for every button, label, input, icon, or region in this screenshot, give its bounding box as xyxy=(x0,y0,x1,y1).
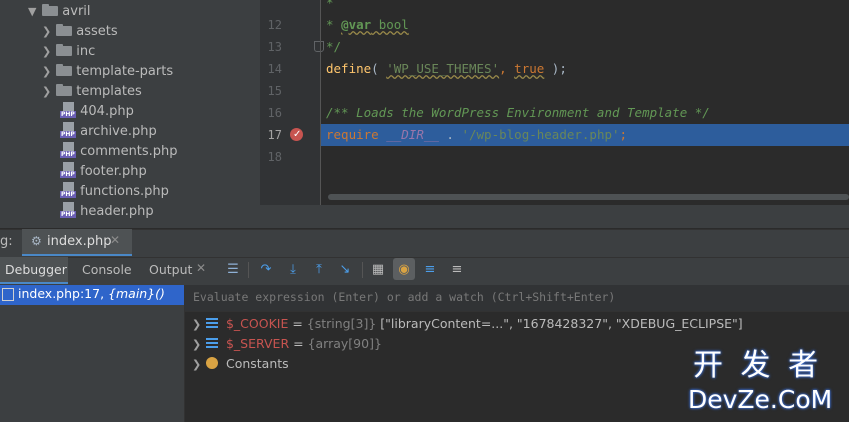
php-file-icon: PHP xyxy=(60,142,76,158)
calculator-icon[interactable]: ▦ xyxy=(369,261,387,279)
editor-bottom-strip xyxy=(260,205,849,228)
php-file-icon: PHP xyxy=(60,202,76,218)
tree-file-label: footer.php xyxy=(80,164,147,179)
code-line-current: require __DIR__ . '/wp-blog-header.php'; xyxy=(326,127,628,142)
tree-file-functions[interactable]: PHP functions.php xyxy=(60,182,169,202)
debug-session-tab-label: index.php xyxy=(47,234,112,249)
ordered-list-icon[interactable]: ≡ xyxy=(421,261,439,279)
watermark-text: DevZe.CoM xyxy=(688,385,833,414)
tree-folder-label: template-parts xyxy=(76,64,174,79)
frame-label: index.php:17, {main}() xyxy=(18,286,165,301)
folder-icon xyxy=(56,84,73,96)
add-list-icon[interactable]: ≡ xyxy=(448,261,466,279)
run-to-cursor-icon[interactable]: ↘ xyxy=(336,261,354,279)
close-icon[interactable]: ✕ xyxy=(196,261,206,275)
watermark-text: 开 发 者 xyxy=(693,348,823,383)
chevron-right-icon[interactable]: ❯ xyxy=(192,335,202,355)
step-over-icon[interactable]: ↷ xyxy=(257,261,275,279)
folder-icon xyxy=(42,4,59,16)
chevron-right-icon[interactable]: ❯ xyxy=(42,62,52,82)
close-icon[interactable]: ✕ xyxy=(110,233,120,247)
tree-folder-template-parts[interactable]: ❯ template-parts xyxy=(42,62,173,82)
tree-folder-assets[interactable]: ❯ assets xyxy=(42,22,118,42)
php-file-icon: PHP xyxy=(60,102,76,118)
chevron-right-icon[interactable]: ❯ xyxy=(42,82,52,102)
code-line: /** Loads the WordPress Environment and … xyxy=(326,105,710,120)
step-out-icon[interactable]: ⤒ xyxy=(310,261,328,279)
php-file-icon: PHP xyxy=(60,182,76,198)
folder-icon xyxy=(56,44,73,56)
variable-row-cookie[interactable]: ❯ $_COOKIE = {string[3]} ["libraryConten… xyxy=(192,314,743,334)
tree-file-label: archive.php xyxy=(80,124,157,139)
folder-icon xyxy=(56,24,73,36)
step-into-icon[interactable]: ⤓ xyxy=(284,261,302,279)
tree-file-label: header.php xyxy=(80,204,154,219)
tree-file-footer[interactable]: PHP footer.php xyxy=(60,162,147,182)
code-line: */ xyxy=(326,39,342,54)
tree-folder-label: inc xyxy=(76,44,96,59)
array-icon xyxy=(205,317,218,329)
line-number: 14 xyxy=(267,62,282,76)
debug-title-label: g: xyxy=(0,234,13,249)
tree-file-archive[interactable]: PHP archive.php xyxy=(60,122,157,142)
chevron-right-icon[interactable]: ❯ xyxy=(42,22,52,42)
chevron-down-icon[interactable]: ▼ xyxy=(28,2,38,22)
menu-lines-icon[interactable]: ☰ xyxy=(224,261,242,279)
code-line: define( 'WP_USE_THEMES', true ); xyxy=(326,61,567,76)
chevron-right-icon[interactable]: ❯ xyxy=(192,355,202,375)
line-number: 15 xyxy=(267,84,282,98)
line-number-current: 17 xyxy=(267,128,282,142)
tree-folder-label: assets xyxy=(76,24,118,39)
gutter-separator xyxy=(320,0,321,205)
tab-output[interactable]: Output xyxy=(149,262,192,277)
php-file-icon: PHP xyxy=(60,162,76,178)
toolbar-separator xyxy=(362,262,363,278)
array-icon xyxy=(205,337,218,349)
tree-file-label: comments.php xyxy=(80,144,178,159)
bug-icon: ⚙ xyxy=(31,234,42,248)
tree-folder-label: templates xyxy=(76,84,142,99)
tree-file-label: functions.php xyxy=(80,184,169,199)
frames-panel xyxy=(0,285,185,422)
project-tree: ▼ avril ❯ assets ❯ inc ❯ template-parts … xyxy=(0,0,260,228)
tab-console[interactable]: Console xyxy=(82,262,132,277)
folder-icon xyxy=(56,64,73,76)
toolbar-separator xyxy=(248,262,249,278)
constants-icon xyxy=(205,357,218,369)
tree-file-label: 404.php xyxy=(80,104,134,119)
code-line: * xyxy=(326,0,334,10)
tree-file-header[interactable]: PHP header.php xyxy=(60,202,154,222)
fold-marker-icon[interactable] xyxy=(314,41,324,52)
tab-debugger-label: Debugger xyxy=(5,262,67,277)
editor-horizontal-scrollbar[interactable] xyxy=(328,194,849,200)
line-number: 12 xyxy=(267,18,282,32)
tree-folder-label: avril xyxy=(62,4,91,19)
frame-stack-icon xyxy=(2,288,14,301)
line-number: 16 xyxy=(267,106,282,120)
php-file-icon: PHP xyxy=(60,122,76,138)
tree-folder-templates[interactable]: ❯ templates xyxy=(42,82,142,102)
constants-toggle-icon[interactable]: ◉ xyxy=(395,261,413,279)
line-number: 18 xyxy=(267,150,282,164)
variable-row-constants[interactable]: ❯ Constants xyxy=(192,354,289,374)
variable-row-server[interactable]: ❯ $_SERVER = {array[90]} xyxy=(192,334,382,354)
line-number: 13 xyxy=(267,40,282,54)
tree-folder-root[interactable]: ▼ avril xyxy=(28,2,91,22)
code-line: * @var bool xyxy=(326,17,409,32)
evaluate-expression-placeholder: Evaluate expression (Enter) or add a wat… xyxy=(193,290,616,304)
chevron-right-icon[interactable]: ❯ xyxy=(192,315,202,335)
tree-file-404[interactable]: PHP 404.php xyxy=(60,102,134,122)
breakpoint-check-icon: ✓ xyxy=(293,129,302,140)
tree-file-comments[interactable]: PHP comments.php xyxy=(60,142,178,162)
chevron-right-icon[interactable]: ❯ xyxy=(42,42,52,62)
tree-folder-inc[interactable]: ❯ inc xyxy=(42,42,95,62)
